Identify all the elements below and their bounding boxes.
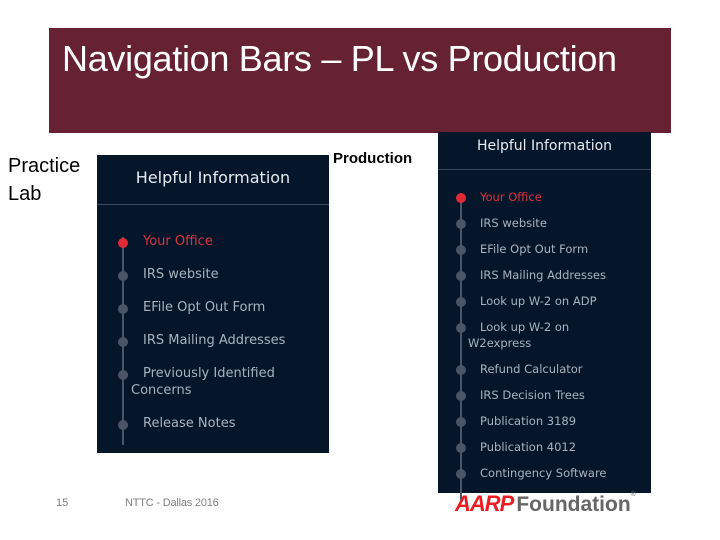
nav-item-label: IRS website [143, 267, 219, 282]
dot-icon [456, 391, 466, 401]
nav-item-look-up-w2-w2express[interactable]: Look up W-2 on W2express [438, 314, 651, 356]
nav-item-label: Release Notes [143, 416, 236, 431]
nav-item-label: Contingency Software [480, 466, 607, 480]
nav-item-irs-mailing-addresses[interactable]: IRS Mailing Addresses [97, 324, 329, 357]
dot-icon [456, 469, 466, 479]
dot-icon [456, 323, 466, 333]
nav-item-irs-decision-trees[interactable]: IRS Decision Trees [438, 382, 651, 408]
dot-icon [118, 370, 128, 380]
slide-title: Navigation Bars – PL vs Production [62, 38, 617, 79]
nav-header: Helpful Information [438, 132, 651, 170]
practice-lab-label: Practice Lab [8, 155, 81, 205]
nav-item-publication-4012[interactable]: Publication 4012 [438, 434, 651, 460]
nav-item-label: Your Office [480, 190, 542, 204]
nav-item-contingency-software[interactable]: Contingency Software [438, 460, 651, 486]
nav-item-label: IRS website [480, 216, 547, 230]
nav-item-your-office[interactable]: Your Office [97, 225, 329, 258]
nav-header: Helpful Information [97, 155, 329, 205]
nav-item-irs-mailing-addresses[interactable]: IRS Mailing Addresses [438, 262, 651, 288]
nav-item-efile-opt-out-form[interactable]: EFile Opt Out Form [97, 291, 329, 324]
dot-icon [456, 365, 466, 375]
nav-item-label: EFile Opt Out Form [480, 242, 589, 256]
dot-icon [118, 271, 128, 281]
nav-item-irs-website[interactable]: IRS website [97, 258, 329, 291]
nav-list: Your Office IRS website EFile Opt Out Fo… [438, 170, 651, 502]
production-nav-panel: Helpful Information Your Office IRS webs… [438, 132, 651, 502]
slide-title-bar: Navigation Bars – PL vs Production [49, 28, 671, 133]
nav-item-label-line2: W2express [468, 336, 532, 350]
nav-item-label: Your Office [143, 234, 213, 249]
nav-item-irs-website[interactable]: IRS website [438, 210, 651, 236]
nav-item-label: Look up W-2 on [480, 320, 570, 334]
logo-suffix: Foundation [516, 493, 631, 516]
dot-icon [118, 304, 128, 314]
aarp-foundation-logo: AARP Foundation® [455, 491, 636, 516]
nav-item-look-up-w2-adp[interactable]: Look up W-2 on ADP [438, 288, 651, 314]
slide-page-number: 15 [56, 497, 69, 509]
dot-icon [118, 337, 128, 347]
dot-icon [456, 271, 466, 281]
nav-item-refund-calculator[interactable]: Refund Calculator [438, 356, 651, 382]
nav-item-your-office[interactable]: Your Office [438, 184, 651, 210]
nav-item-label: Look up W-2 on ADP [480, 294, 597, 308]
nav-item-label-line2: Concerns [131, 383, 192, 398]
active-dot-icon [456, 193, 466, 203]
nav-item-label: IRS Mailing Addresses [480, 268, 607, 282]
dot-icon [456, 297, 466, 307]
dot-icon [456, 245, 466, 255]
nav-item-label: Publication 4012 [480, 440, 577, 454]
dot-icon [456, 443, 466, 453]
nav-item-publication-3189[interactable]: Publication 3189 [438, 408, 651, 434]
practice-lab-nav-panel: Helpful Information Your Office IRS webs… [97, 155, 329, 453]
nav-item-release-notes[interactable]: Release Notes [97, 407, 329, 440]
nav-item-efile-opt-out-form[interactable]: EFile Opt Out Form [438, 236, 651, 262]
logo-brand: AARP [455, 491, 514, 516]
nav-item-label: Refund Calculator [480, 362, 583, 376]
nav-item-label: Previously Identified [143, 366, 275, 381]
dot-icon [456, 417, 466, 427]
dot-icon [456, 219, 466, 229]
nav-list: Your Office IRS website EFile Opt Out Fo… [97, 205, 329, 445]
nav-item-label: IRS Decision Trees [480, 388, 585, 402]
nav-item-label: EFile Opt Out Form [143, 300, 266, 315]
registered-mark-icon: ® [630, 491, 636, 498]
production-label: Production [333, 150, 413, 167]
nav-item-label: Publication 3189 [480, 414, 577, 428]
slide-footer-text: NTTC - Dallas 2016 [125, 497, 219, 509]
dot-icon [118, 420, 128, 430]
nav-item-label: IRS Mailing Addresses [143, 333, 286, 348]
nav-item-previously-identified-concerns[interactable]: Previously Identified Concerns [97, 357, 329, 407]
active-dot-icon [118, 238, 128, 248]
